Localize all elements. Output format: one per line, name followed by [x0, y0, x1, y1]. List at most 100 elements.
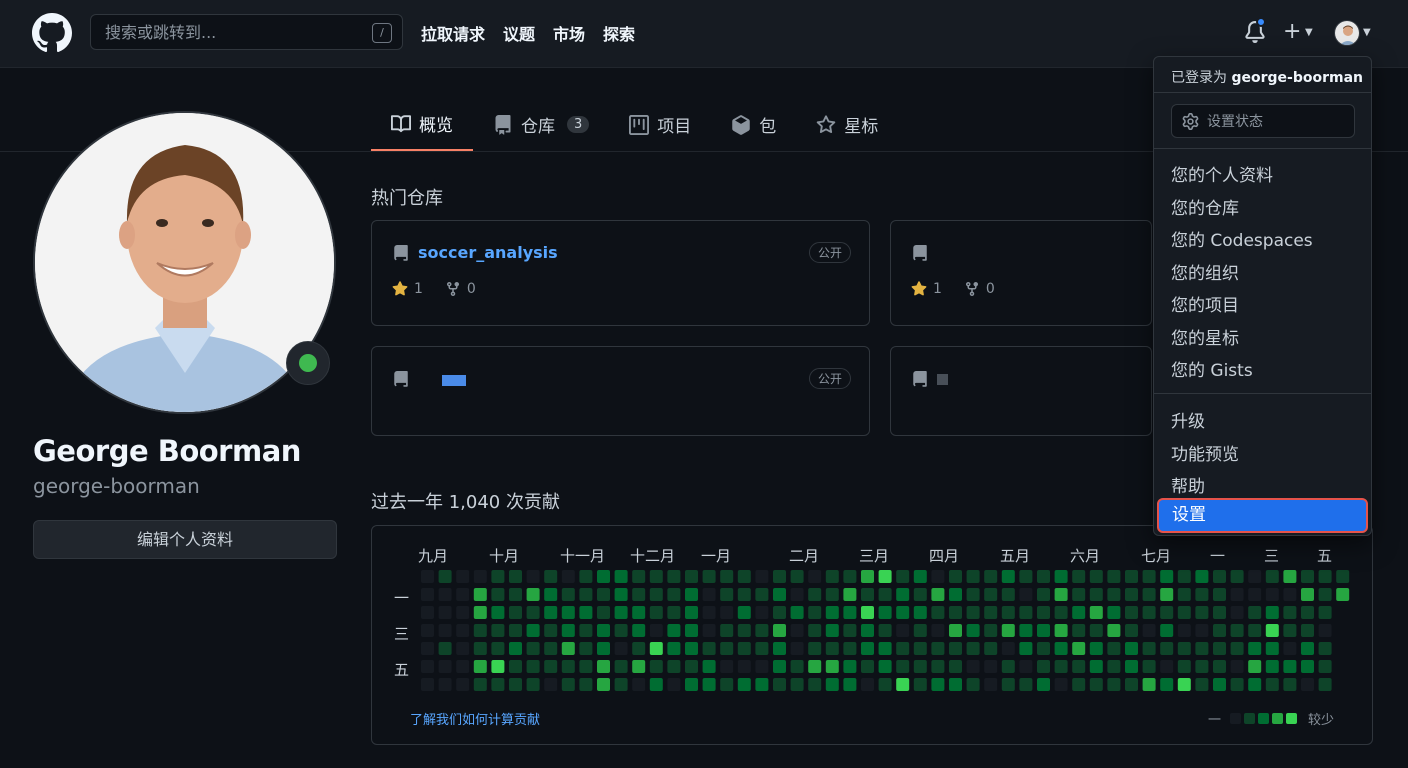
- contribution-cell[interactable]: [755, 570, 769, 583]
- contribution-cell[interactable]: [913, 624, 927, 637]
- contribution-cell[interactable]: [843, 624, 857, 637]
- contribution-cell[interactable]: [720, 588, 734, 601]
- contribution-cell[interactable]: [1265, 588, 1279, 601]
- contribution-cell[interactable]: [685, 642, 698, 655]
- contribution-cell[interactable]: [1230, 642, 1244, 655]
- contribution-cell[interactable]: [878, 588, 892, 601]
- contribution-cell[interactable]: [1265, 606, 1279, 619]
- contribution-cell[interactable]: [790, 660, 804, 673]
- contribution-cell[interactable]: [949, 678, 962, 691]
- contribution-cell[interactable]: [473, 570, 487, 583]
- contribution-cell[interactable]: [579, 678, 593, 691]
- nav-marketplace[interactable]: 市场: [553, 21, 585, 45]
- search-input[interactable]: [90, 14, 403, 50]
- contribution-cell[interactable]: [1037, 642, 1050, 655]
- contribution-cell[interactable]: [984, 606, 998, 619]
- contribution-cell[interactable]: [931, 642, 945, 655]
- repo-stars[interactable]: 1: [911, 281, 942, 297]
- contribution-cell[interactable]: [861, 678, 874, 691]
- contribution-cell[interactable]: [1142, 678, 1156, 691]
- contribution-cell[interactable]: [456, 624, 470, 637]
- contribution-cell[interactable]: [931, 660, 945, 673]
- contribution-cell[interactable]: [861, 624, 874, 637]
- contribution-cell[interactable]: [913, 678, 927, 691]
- contribution-cell[interactable]: [456, 570, 470, 583]
- contribution-cell[interactable]: [456, 606, 470, 619]
- contribution-cell[interactable]: [984, 570, 998, 583]
- contribution-cell[interactable]: [1177, 660, 1191, 673]
- contribution-cell[interactable]: [825, 606, 839, 619]
- contribution-cell[interactable]: [755, 588, 769, 601]
- contribution-cell[interactable]: [649, 606, 663, 619]
- contribution-cell[interactable]: [614, 642, 628, 655]
- contribution-cell[interactable]: [1177, 606, 1191, 619]
- contribution-cell[interactable]: [1195, 588, 1209, 601]
- contribution-cell[interactable]: [509, 624, 522, 637]
- menu-your-codespaces[interactable]: 您的 Codespaces: [1171, 226, 1313, 251]
- contribution-cell[interactable]: [1072, 570, 1086, 583]
- tab-projects[interactable]: 项目: [609, 98, 711, 151]
- contribution-cell[interactable]: [1107, 624, 1121, 637]
- contribution-cell[interactable]: [808, 678, 822, 691]
- contribution-cell[interactable]: [1230, 660, 1244, 673]
- contribution-cell[interactable]: [491, 678, 505, 691]
- contribution-cell[interactable]: [1107, 570, 1121, 583]
- contribution-cell[interactable]: [1248, 588, 1262, 601]
- contribution-cell[interactable]: [1001, 606, 1015, 619]
- contribution-cell[interactable]: [702, 624, 716, 637]
- contribution-cell[interactable]: [526, 642, 540, 655]
- contribution-cell[interactable]: [421, 606, 434, 619]
- contribution-cell[interactable]: [1001, 588, 1015, 601]
- contribution-cell[interactable]: [614, 660, 628, 673]
- contribution-cell[interactable]: [1054, 624, 1068, 637]
- contribution-cell[interactable]: [1213, 642, 1226, 655]
- contribution-cell[interactable]: [861, 642, 874, 655]
- contribution-cell[interactable]: [825, 660, 839, 673]
- contribution-cell[interactable]: [949, 606, 962, 619]
- contribution-cell[interactable]: [1089, 642, 1103, 655]
- contribution-cell[interactable]: [456, 660, 470, 673]
- contribution-cell[interactable]: [1301, 588, 1314, 601]
- menu-your-repositories[interactable]: 您的仓库: [1171, 194, 1239, 219]
- contribution-cell[interactable]: [808, 570, 822, 583]
- contribution-cell[interactable]: [790, 606, 804, 619]
- contribution-cell[interactable]: [1318, 678, 1332, 691]
- contribution-cell[interactable]: [825, 678, 839, 691]
- contribution-cell[interactable]: [720, 570, 734, 583]
- contribution-cell[interactable]: [526, 660, 540, 673]
- contribution-cell[interactable]: [913, 606, 927, 619]
- contribution-cell[interactable]: [421, 678, 434, 691]
- contribution-cell[interactable]: [720, 624, 734, 637]
- contribution-cell[interactable]: [1177, 570, 1191, 583]
- contribution-cell[interactable]: [579, 624, 593, 637]
- contribution-cell[interactable]: [1054, 588, 1068, 601]
- contribution-cell[interactable]: [597, 570, 610, 583]
- contribution-cell[interactable]: [896, 660, 910, 673]
- contribution-cell[interactable]: [473, 660, 487, 673]
- contribution-cell[interactable]: [720, 660, 734, 673]
- contribution-cell[interactable]: [737, 642, 751, 655]
- contribution-cell[interactable]: [773, 642, 786, 655]
- contribution-cell[interactable]: [773, 624, 786, 637]
- contribution-cell[interactable]: [526, 570, 540, 583]
- contribution-cell[interactable]: [720, 642, 734, 655]
- tab-packages[interactable]: 包: [711, 98, 796, 151]
- repo-stars[interactable]: 1: [392, 281, 423, 297]
- contribution-cell[interactable]: [1177, 642, 1191, 655]
- contribution-cell[interactable]: [966, 588, 980, 601]
- redacted-repo-name[interactable]: [937, 374, 948, 385]
- contribution-cell[interactable]: [632, 624, 646, 637]
- contribution-cell[interactable]: [473, 606, 487, 619]
- contribution-cell[interactable]: [1177, 678, 1191, 691]
- contribution-cell[interactable]: [1072, 678, 1086, 691]
- contribution-cell[interactable]: [597, 624, 610, 637]
- contribution-cell[interactable]: [702, 570, 716, 583]
- contribution-cell[interactable]: [1054, 642, 1068, 655]
- contribution-cell[interactable]: [667, 624, 681, 637]
- contribution-cell[interactable]: [790, 570, 804, 583]
- contribution-cell[interactable]: [509, 570, 522, 583]
- contribution-cell[interactable]: [1195, 606, 1209, 619]
- contribution-cell[interactable]: [1248, 624, 1262, 637]
- contribution-cell[interactable]: [843, 570, 857, 583]
- contribution-cell[interactable]: [632, 678, 646, 691]
